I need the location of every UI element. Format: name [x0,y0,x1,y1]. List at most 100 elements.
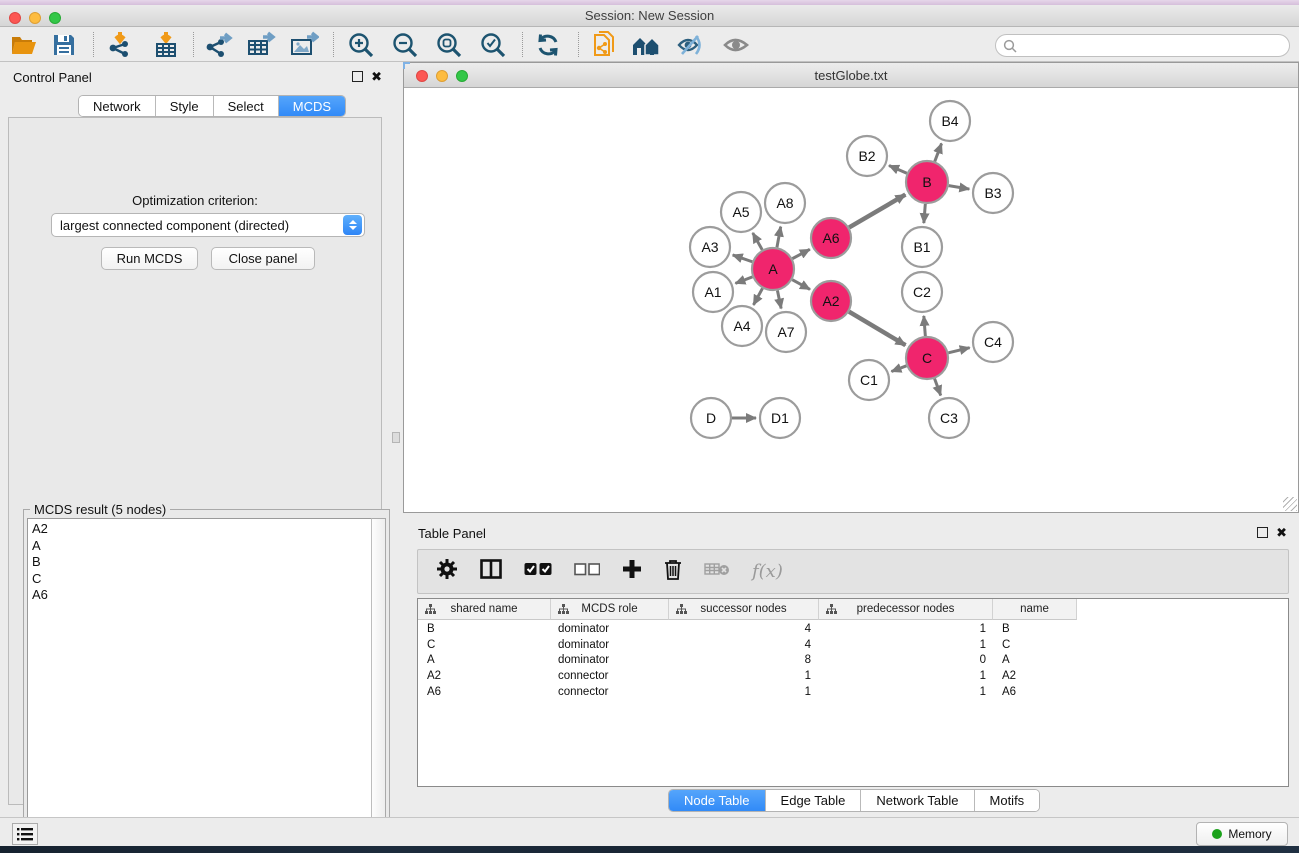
node-A[interactable]: A [752,248,794,290]
zoom-fit-icon[interactable] [431,30,467,59]
node-A7[interactable]: A7 [766,312,806,352]
network-maximize-button[interactable] [456,70,468,82]
hide-details-icon[interactable] [673,30,709,59]
edge-A2-C[interactable] [849,312,905,346]
network-minimize-button[interactable] [436,70,448,82]
first-neighbors-icon[interactable] [629,30,665,59]
tab-network-table[interactable]: Network Table [861,790,974,811]
network-close-button[interactable] [416,70,428,82]
node-B[interactable]: B [906,161,948,203]
delete-icon[interactable] [664,559,682,585]
column-header-name[interactable]: name [993,599,1077,620]
edge-C-C3[interactable] [935,379,941,396]
float-panel-icon[interactable] [352,71,363,82]
columns-icon[interactable] [480,559,502,584]
table-row[interactable]: A2connector11A2 [418,668,1078,684]
node-A5[interactable]: A5 [721,192,761,232]
node-C1[interactable]: C1 [849,360,889,400]
refresh-layout-icon[interactable] [530,30,566,59]
edge-C-C2[interactable] [924,316,926,336]
tab-motifs[interactable]: Motifs [975,790,1040,811]
show-details-icon[interactable] [718,30,754,59]
edge-A-A4[interactable] [753,288,762,305]
float-table-panel-icon[interactable] [1257,527,1268,538]
zoom-out-icon[interactable] [387,30,423,59]
network-canvas[interactable]: B4B2BB3A8A5A6A3B1AA1C2A2A4A7C4CC1C3DD1 [404,88,1298,512]
node-B3[interactable]: B3 [973,173,1013,213]
node-C3[interactable]: C3 [929,398,969,438]
node-D[interactable]: D [691,398,731,438]
save-session-icon[interactable] [46,30,82,59]
import-table-icon[interactable] [148,30,184,59]
node-A8[interactable]: A8 [765,183,805,223]
node-A2[interactable]: A2 [811,281,851,321]
table-row[interactable]: Bdominator41B [418,621,1078,637]
task-history-button[interactable] [12,823,38,845]
edge-A-A5[interactable] [753,233,762,250]
edge-A-A2[interactable] [792,280,810,290]
network-window-titlebar[interactable]: testGlobe.txt [404,63,1298,88]
run-mcds-button[interactable]: Run MCDS [101,247,198,270]
node-A6[interactable]: A6 [811,218,851,258]
tab-style[interactable]: Style [156,96,214,116]
open-file-icon[interactable] [6,30,42,59]
column-header-MCDS-role[interactable]: MCDS role [551,599,669,620]
edge-C-C4[interactable] [948,348,969,353]
tab-mcds[interactable]: MCDS [279,96,345,116]
maximize-window-button[interactable] [49,12,61,24]
table-row[interactable]: Adominator80A [418,653,1078,669]
zoom-in-icon[interactable] [343,30,379,59]
table-row[interactable]: A6connector11A6 [418,684,1078,700]
result-item[interactable]: A6 [32,587,372,604]
import-network-icon[interactable] [102,30,138,59]
edge-A-A7[interactable] [777,291,781,309]
edge-C-C1[interactable] [891,366,906,372]
node-C2[interactable]: C2 [902,272,942,312]
result-scrollbar[interactable] [371,518,386,845]
column-header-successor-nodes[interactable]: successor nodes [669,599,819,620]
node-C[interactable]: C [906,337,948,379]
mcds-result-list[interactable]: A2ABCA6 [27,518,373,845]
column-header-predecessor-nodes[interactable]: predecessor nodes [819,599,993,620]
tab-network[interactable]: Network [79,96,156,116]
search-box[interactable] [995,34,1290,57]
node-B4[interactable]: B4 [930,101,970,141]
node-A3[interactable]: A3 [690,227,730,267]
table-row[interactable]: Cdominator41C [418,637,1078,653]
zoom-selected-icon[interactable] [475,30,511,59]
result-item[interactable]: C [32,571,372,588]
edge-A-A3[interactable] [733,255,753,262]
export-network-icon[interactable] [200,30,236,59]
edge-B-B2[interactable] [889,166,907,174]
minimize-window-button[interactable] [29,12,41,24]
gear-icon[interactable] [436,558,458,585]
node-A4[interactable]: A4 [722,306,762,346]
result-item[interactable]: A2 [32,521,372,538]
search-input[interactable] [1021,37,1289,55]
column-header-shared-name[interactable]: shared name [418,599,551,620]
deselect-all-icon[interactable] [574,563,600,581]
close-window-button[interactable] [9,12,21,24]
close-table-panel-icon[interactable]: ✖ [1276,527,1287,538]
window-titlebar[interactable]: Session: New Session [0,5,1299,27]
close-panel-icon[interactable]: ✖ [371,71,382,82]
export-table-icon[interactable] [243,30,279,59]
resize-grip-icon[interactable] [1283,497,1297,511]
splitter-grip[interactable] [392,432,400,443]
criterion-select[interactable]: largest connected component (directed) [51,213,365,237]
edge-A-A8[interactable] [777,227,781,248]
export-image-icon[interactable] [286,30,322,59]
edge-A-A6[interactable] [792,249,809,258]
node-D1[interactable]: D1 [760,398,800,438]
clone-network-icon[interactable] [587,30,623,59]
node-A1[interactable]: A1 [693,272,733,312]
node-B2[interactable]: B2 [847,136,887,176]
edge-B-B3[interactable] [949,186,970,189]
tab-select[interactable]: Select [214,96,279,116]
result-item[interactable]: B [32,554,372,571]
result-item[interactable]: A [32,538,372,555]
add-icon[interactable] [622,559,642,584]
tab-edge-table[interactable]: Edge Table [766,790,862,811]
memory-button[interactable]: Memory [1196,822,1288,846]
node-B1[interactable]: B1 [902,227,942,267]
